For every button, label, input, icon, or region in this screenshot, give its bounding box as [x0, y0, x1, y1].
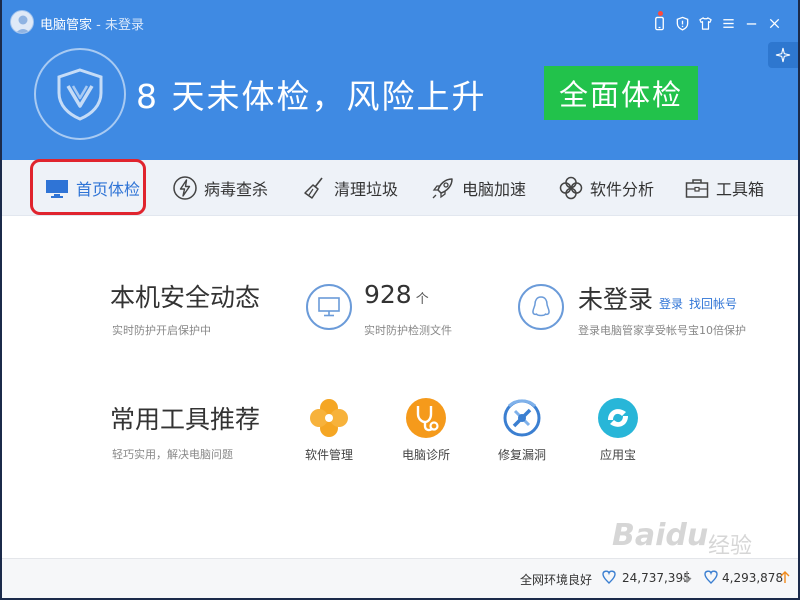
security-subtitle: 实时防护开启保护中: [112, 324, 211, 337]
stethoscope-icon: [406, 398, 446, 438]
tab-toolbox[interactable]: 工具箱: [684, 160, 764, 216]
scanned-file-count: 928 个: [364, 280, 429, 309]
recover-account-link[interactable]: 找回帐号: [689, 297, 737, 311]
tab-virus-scan[interactable]: 病毒查杀: [172, 160, 268, 216]
file-count-value: 928: [364, 280, 412, 309]
tool-pc-clinic[interactable]: 电脑诊所: [386, 396, 466, 463]
notification-dot: [658, 11, 663, 16]
full-scan-button[interactable]: 全面体检: [544, 66, 698, 120]
menu-button[interactable]: [717, 12, 740, 34]
login-status[interactable]: - 未登录: [92, 18, 144, 33]
sparkle-button[interactable]: [768, 42, 798, 68]
close-button[interactable]: [763, 12, 786, 34]
app-title: 电脑管家 - 未登录: [40, 14, 144, 33]
phone-icon: [655, 16, 664, 30]
avatar[interactable]: [10, 10, 34, 34]
account-description: 登录电脑管家享受帐号宝10倍保护: [578, 324, 746, 337]
realtime-protection-badge: [306, 284, 352, 330]
security-shield-badge: [34, 48, 126, 140]
shield-button[interactable]: [671, 12, 694, 34]
account-status: 未登录 登录 找回帐号: [578, 280, 737, 316]
arrow-down-icon: [682, 571, 692, 583]
tools-title: 常用工具推荐: [110, 405, 261, 434]
stat-threat-count: 4,293,878: [722, 571, 784, 585]
watermark-jingyan: 经验: [708, 534, 753, 559]
phone-button[interactable]: [648, 11, 671, 34]
login-link[interactable]: 登录: [659, 297, 683, 311]
tab-label: 病毒查杀: [204, 180, 269, 199]
tool-label: 软件管理: [304, 448, 353, 462]
window-controls: [648, 11, 786, 34]
tool-app-store[interactable]: 应用宝: [578, 396, 658, 463]
tab-speed-up[interactable]: 电脑加速: [430, 160, 526, 216]
risk-message: 8 天未体检，风险上升: [136, 77, 487, 116]
app-window: 电脑管家 - 未登录 8 天未体检，风险上升 全面体检 首页体检 病毒查杀 清理…: [2, 0, 798, 598]
cloud-shield-icon: [602, 570, 616, 584]
tab-software-analysis[interactable]: 软件分析: [558, 160, 654, 216]
tab-clean-junk[interactable]: 清理垃圾: [302, 160, 398, 216]
file-count-label: 实时防护检测文件: [364, 324, 452, 337]
monitor-outline-icon: [318, 297, 340, 317]
software-manager-icon: [310, 399, 348, 437]
lightning-icon: [173, 176, 197, 200]
network-status: 全网环境良好: [520, 573, 593, 587]
minimize-icon: [746, 22, 757, 25]
tools-subtitle: 轻巧实用，解决电脑问题: [112, 448, 233, 461]
tshirt-icon: [699, 16, 712, 30]
tool-label: 修复漏洞: [497, 448, 546, 462]
arrow-up-icon: [780, 571, 790, 583]
penguin-icon: [532, 296, 550, 317]
annotation-highlight: [30, 159, 146, 215]
tool-label: 电脑诊所: [401, 448, 450, 462]
sparkle-icon: [775, 47, 791, 63]
tab-label: 软件分析: [590, 180, 655, 199]
shield-icon: [57, 68, 103, 121]
security-title: 本机安全动态: [110, 283, 261, 312]
tab-label: 电脑加速: [462, 180, 527, 199]
tool-fix-vulnerability[interactable]: 修复漏洞: [482, 396, 562, 463]
broom-icon: [304, 177, 323, 199]
tool-software-manager[interactable]: 软件管理: [289, 396, 369, 463]
cloud-shield-icon: [704, 570, 718, 584]
tool-label: 应用宝: [599, 448, 636, 462]
skin-button[interactable]: [694, 12, 717, 34]
close-icon: [769, 18, 780, 28]
tab-label: 清理垃圾: [334, 180, 399, 199]
app-store-icon: [598, 398, 638, 438]
top-banner: 电脑管家 - 未登录 8 天未体检，风险上升 全面体检: [2, 0, 798, 160]
clover-icon: [559, 176, 583, 200]
minimize-button[interactable]: [740, 12, 763, 34]
file-count-unit: 个: [415, 292, 429, 307]
tab-label: 工具箱: [716, 180, 765, 199]
rocket-icon: [432, 178, 453, 199]
toolbox-icon: [685, 179, 709, 198]
account-title: 未登录: [578, 285, 654, 314]
patch-icon: [503, 399, 541, 437]
menu-icon: [723, 18, 734, 28]
account-badge: [518, 284, 564, 330]
app-name: 电脑管家: [40, 18, 93, 33]
shield-small-icon: [676, 16, 689, 31]
status-bar: 全网环境良好 24,737,395 4,293,878: [2, 558, 798, 598]
title-bar: 电脑管家 - 未登录: [2, 0, 798, 42]
baidu-watermark: Baidu: [612, 518, 709, 553]
